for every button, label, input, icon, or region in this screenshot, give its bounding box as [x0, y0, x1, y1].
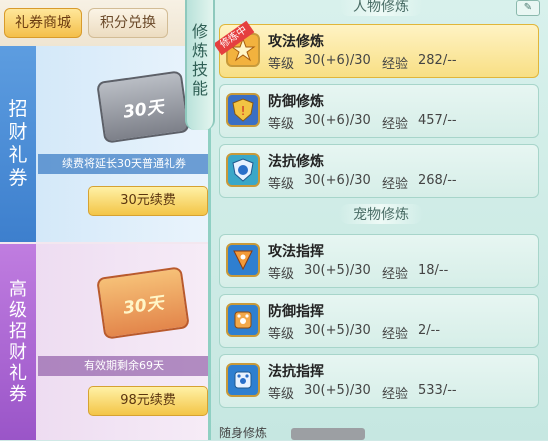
skill-row-magic-resist[interactable]: 法抗修炼 等级 30(+6)/30 经验 268/-- [219, 144, 539, 198]
skill-name: 法抗修炼 [268, 154, 324, 170]
vlabel-char: 高 [9, 279, 27, 300]
pet-skill-row-resist[interactable]: 法抗指挥 等级 30(+5)/30 经验 533/-- [219, 354, 539, 408]
svg-text:!: ! [241, 104, 246, 118]
defense-shield-icon: ! [226, 93, 260, 127]
level-label: 等级 [268, 267, 295, 282]
pet-skill-row-attack[interactable]: 攻法指挥 等级 30(+5)/30 经验 18/-- [219, 234, 539, 288]
premium-fortune-voucher-card: 高 级 招 财 礼 券 30天 有效期剩余69天 98元续费 [0, 244, 210, 440]
fortune-voucher-vertical-label: 招 财 礼 券 [0, 46, 36, 242]
vlabel-char: 券 [9, 384, 27, 405]
exp-value: 457/-- [418, 113, 457, 128]
exp-value: 268/-- [418, 173, 457, 188]
section-title-text: 宠物修炼 [339, 204, 423, 224]
side-tab-char: 修 [191, 22, 208, 41]
silver-ticket-icon: 30天 [96, 70, 190, 144]
gift-shop-panel: 礼券商城 积分兑换 招 财 礼 券 30天 续费将延长30天普通礼券 30元续费… [0, 0, 210, 440]
level-value: 30(+6)/30 [304, 113, 371, 128]
validity-remaining-text: 有效期剩余69天 [38, 356, 210, 376]
tab-gift-voucher-shop[interactable]: 礼券商城 [4, 8, 82, 38]
renew-98-button[interactable]: 98元续费 [88, 386, 208, 416]
tab-points-exchange[interactable]: 积分兑换 [88, 8, 168, 38]
pet-cultivation-title: 宠物修炼 [211, 204, 548, 224]
character-cultivation-title: 人物修炼 [211, 0, 548, 16]
skill-name: 防御指挥 [268, 304, 324, 320]
premium-voucher-vertical-label: 高 级 招 财 礼 券 [0, 244, 36, 440]
skill-name: 防御修炼 [268, 94, 324, 110]
exp-label: 经验 [382, 387, 409, 402]
ticket-text: 30天 [121, 96, 165, 123]
side-tab-char: 技 [191, 60, 208, 79]
exp-value: 18/-- [418, 263, 449, 278]
pet-skill-row-defense[interactable]: 防御指挥 等级 30(+5)/30 经验 2/-- [219, 294, 539, 348]
exp-value: 282/-- [418, 53, 457, 68]
tab-cultivation-skills[interactable]: 修 炼 技 能 [185, 0, 215, 130]
cultivation-panel: 人物修炼 ✎ 修炼中 攻法修炼 等级 30(+6)/30 经验 282/-- !… [208, 0, 548, 440]
portable-cultivation-bar[interactable] [291, 428, 365, 440]
level-value: 30(+6)/30 [304, 173, 371, 188]
exp-value: 2/-- [418, 323, 441, 338]
vlabel-char: 礼 [8, 144, 28, 166]
skill-row-attack-magic[interactable]: 修炼中 攻法修炼 等级 30(+6)/30 经验 282/-- [213, 20, 539, 78]
level-label: 等级 [268, 387, 295, 402]
exp-label: 经验 [382, 327, 409, 342]
pet-defense-icon [226, 303, 260, 337]
exp-label: 经验 [382, 177, 409, 192]
vlabel-char: 礼 [9, 363, 27, 384]
pet-attack-icon [226, 243, 260, 277]
ticket-text: 30天 [121, 292, 165, 319]
edit-icon[interactable]: ✎ [516, 0, 540, 16]
level-label: 等级 [268, 177, 295, 192]
skill-name: 攻法修炼 [268, 34, 324, 50]
fortune-voucher-card: 招 财 礼 券 30天 续费将延长30天普通礼券 30元续费 [0, 46, 210, 242]
exp-label: 经验 [382, 57, 409, 72]
renew-30-button[interactable]: 30元续费 [88, 186, 208, 216]
exp-label: 经验 [382, 117, 409, 132]
section-title-text: 人物修炼 [339, 0, 423, 16]
level-label: 等级 [268, 327, 295, 342]
vlabel-char: 财 [9, 342, 27, 363]
vlabel-char: 级 [9, 300, 27, 321]
side-tab-char: 炼 [191, 41, 208, 60]
vlabel-char: 财 [8, 121, 28, 143]
level-value: 30(+5)/30 [304, 263, 371, 278]
skill-row-defense[interactable]: ! 防御修炼 等级 30(+6)/30 经验 457/-- [219, 84, 539, 138]
level-label: 等级 [268, 57, 295, 72]
vlabel-char: 券 [8, 167, 28, 189]
skill-name: 法抗指挥 [268, 364, 324, 380]
gold-ticket-icon: 30天 [96, 266, 190, 340]
portable-cultivation-label: 随身修炼 [219, 426, 268, 440]
exp-value: 533/-- [418, 383, 457, 398]
level-label: 等级 [268, 117, 295, 132]
level-value: 30(+6)/30 [304, 53, 371, 68]
level-value: 30(+5)/30 [304, 383, 371, 398]
side-tab-char: 能 [191, 79, 208, 98]
exp-label: 经验 [382, 267, 409, 282]
level-value: 30(+5)/30 [304, 323, 371, 338]
vlabel-char: 招 [9, 321, 27, 342]
renew-info-text: 续费将延长30天普通礼券 [38, 154, 210, 174]
vlabel-char: 招 [8, 98, 28, 120]
magic-resist-icon [226, 153, 260, 187]
skill-name: 攻法指挥 [268, 244, 324, 260]
shop-tab-bar: 礼券商城 积分兑换 [0, 0, 210, 46]
pet-resist-icon [226, 363, 260, 397]
